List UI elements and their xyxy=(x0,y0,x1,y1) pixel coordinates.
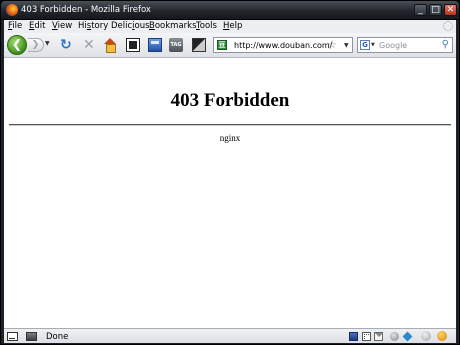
engine-dropdown-icon[interactable]: ▼ xyxy=(371,42,375,48)
contrast-icon[interactable] xyxy=(192,38,206,52)
url-dropdown-icon[interactable]: ▼ xyxy=(344,42,349,49)
title-bar[interactable]: 403 Forbidden - Mozilla Firefox _ □ ✕ xyxy=(1,1,459,20)
history-dropdown-icon[interactable]: ▼ xyxy=(45,40,50,47)
window-title: 403 Forbidden - Mozilla Firefox xyxy=(21,5,151,15)
search-go-icon[interactable]: ⚲ xyxy=(442,39,449,50)
browser-window: 403 Forbidden - Mozilla Firefox _ □ ✕ Fi… xyxy=(0,0,460,345)
url-input[interactable]: http://www.douban.com/ xyxy=(234,41,332,50)
menu-history[interactable]: History xyxy=(78,21,108,31)
home-icon[interactable] xyxy=(103,38,117,53)
search-bar[interactable]: G ▼ Google ⚲ xyxy=(357,37,453,53)
forward-button[interactable]: ❯ xyxy=(28,38,44,52)
page-content: 403 Forbidden nginx xyxy=(4,58,456,328)
site-favicon-icon: 豆 xyxy=(217,40,227,50)
page-title: 403 Forbidden xyxy=(170,90,290,111)
status-bar: Done xyxy=(4,328,456,343)
addon-status-icon[interactable] xyxy=(437,331,447,341)
console-icon[interactable] xyxy=(7,332,18,341)
menu-bookmarks[interactable]: Bookmarks xyxy=(149,21,197,31)
menu-delicious[interactable]: Delicious xyxy=(111,21,150,31)
maximize-button[interactable]: □ xyxy=(429,4,442,16)
menu-edit[interactable]: Edit xyxy=(29,21,45,31)
window-icon[interactable] xyxy=(148,38,162,52)
image-toggle-icon[interactable] xyxy=(26,332,37,341)
firefox-logo-icon xyxy=(6,4,18,16)
menu-file[interactable]: File xyxy=(8,21,22,31)
reload-button[interactable]: ↻ xyxy=(60,38,74,52)
google-engine-icon[interactable]: G xyxy=(360,40,370,50)
server-name: nginx xyxy=(219,133,241,143)
search-input[interactable]: Google xyxy=(379,41,407,50)
horizontal-rule xyxy=(9,124,451,126)
navigation-toolbar: ❮ ❯ ▼ ↻ ✕ TAG 豆 http://www.douban.com/ ☆… xyxy=(4,33,456,58)
menu-bar: File Edit View History Delicious Bookmar… xyxy=(4,20,456,33)
tag-icon[interactable]: TAG xyxy=(169,38,183,52)
addon-screen-icon[interactable] xyxy=(349,332,358,341)
activity-throbber-icon xyxy=(443,21,453,31)
stop-button[interactable]: ✕ xyxy=(83,38,97,52)
menu-tools[interactable]: Tools xyxy=(196,21,217,31)
browser-client-area: File Edit View History Delicious Bookmar… xyxy=(4,20,456,343)
addon-grid-icon[interactable] xyxy=(362,332,371,341)
back-button[interactable]: ❮ xyxy=(7,35,27,55)
url-bar[interactable]: 豆 http://www.douban.com/ ☆ ▼ xyxy=(213,37,353,53)
menu-view[interactable]: View xyxy=(52,21,72,31)
mail-icon[interactable] xyxy=(374,332,383,341)
addon-diamond-icon[interactable] xyxy=(402,331,413,342)
status-text: Done xyxy=(46,332,69,342)
close-window-button[interactable]: ✕ xyxy=(444,4,457,16)
addon-circle-icon[interactable] xyxy=(390,332,399,341)
bookmark-star-icon[interactable]: ☆ xyxy=(327,38,337,51)
addon-globe-icon[interactable] xyxy=(421,331,431,341)
menu-help[interactable]: Help xyxy=(223,21,242,31)
minimize-button[interactable]: _ xyxy=(414,4,427,16)
screenshot-icon[interactable] xyxy=(126,38,140,52)
